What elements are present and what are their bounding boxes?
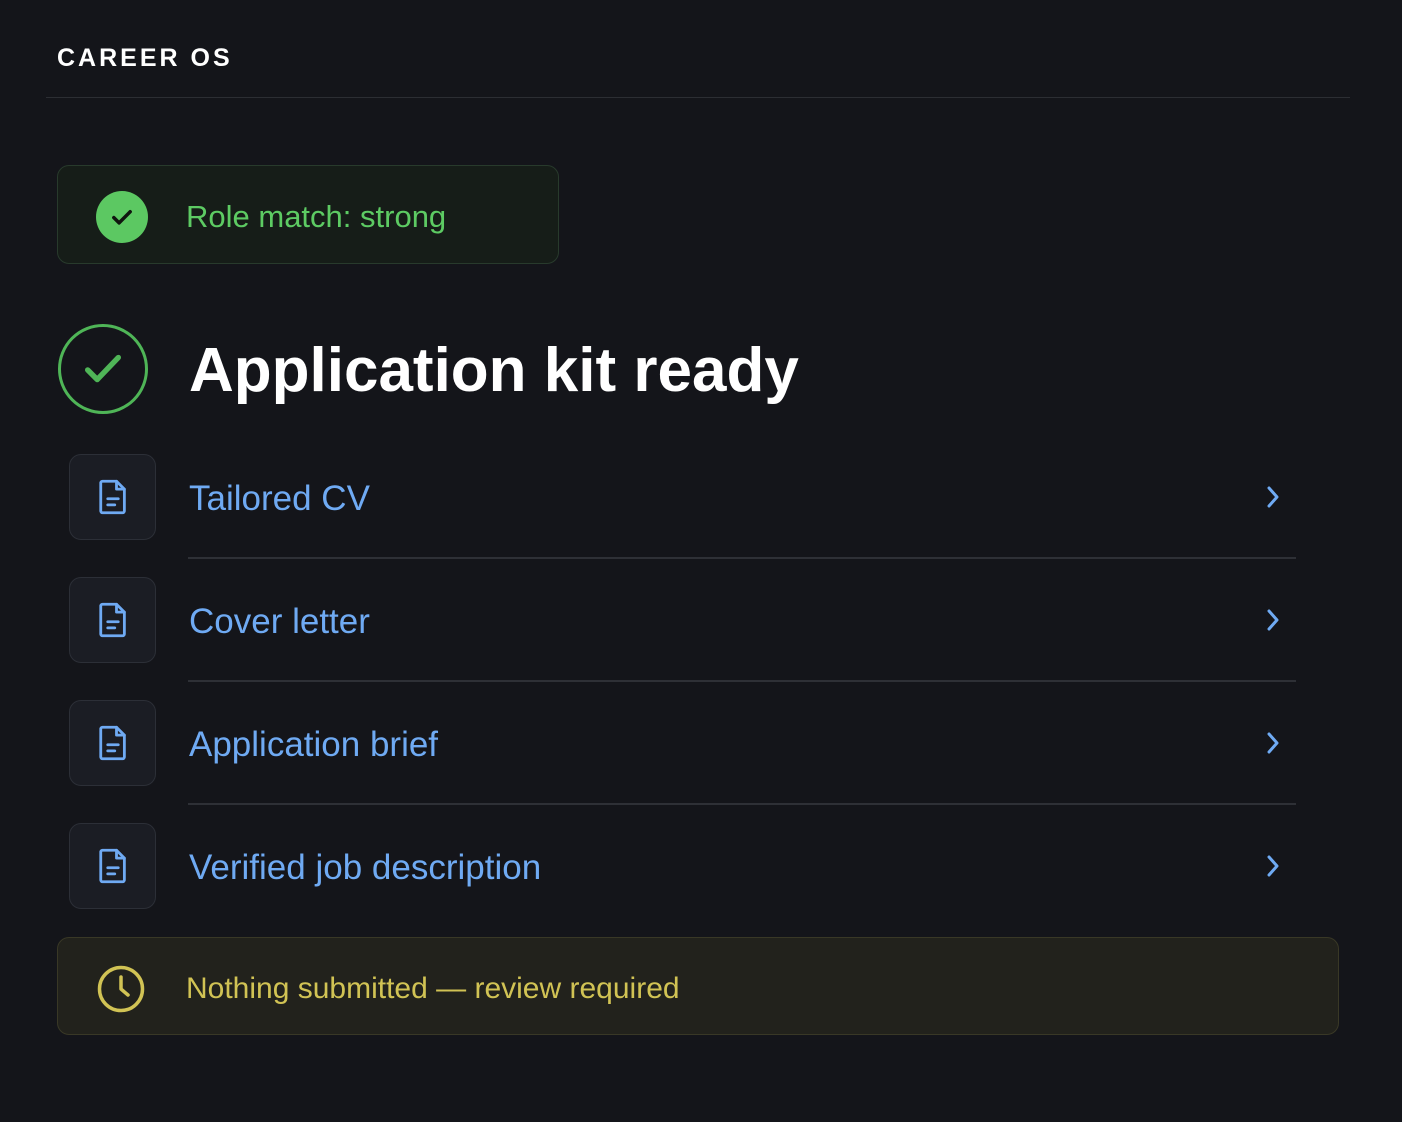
- row-divider: [188, 803, 1296, 805]
- chevron-right-icon: [1261, 482, 1285, 512]
- kit-file-list: Tailored CV Cover letter Application bri…: [69, 454, 1296, 946]
- page-title: Application kit ready: [189, 336, 799, 405]
- check-circle-icon: [96, 191, 148, 243]
- kit-item-application-brief[interactable]: Application brief: [69, 700, 1296, 823]
- app-title: CAREER OS: [57, 44, 233, 72]
- review-required-banner: Nothing submitted — review required: [57, 937, 1339, 1035]
- kit-item-label: Cover letter: [189, 602, 370, 641]
- document-icon: [69, 577, 156, 663]
- chevron-right-icon: [1261, 605, 1285, 635]
- check-ring-icon: [58, 324, 148, 414]
- row-divider: [188, 680, 1296, 682]
- chevron-right-icon: [1261, 728, 1285, 758]
- clock-icon: [96, 964, 146, 1014]
- kit-item-tailored-cv[interactable]: Tailored CV: [69, 454, 1296, 577]
- kit-ready-heading: Application kit ready: [57, 323, 1297, 415]
- document-icon: [69, 700, 156, 786]
- chevron-right-icon: [1261, 851, 1285, 881]
- kit-item-verified-job-description[interactable]: Verified job description: [69, 823, 1296, 946]
- kit-item-label: Application brief: [189, 725, 439, 764]
- kit-item-label: Tailored CV: [189, 479, 370, 518]
- document-icon: [69, 454, 156, 540]
- review-required-label: Nothing submitted — review required: [186, 972, 680, 1005]
- document-icon: [69, 823, 156, 909]
- role-match-label: Role match: strong: [186, 199, 447, 234]
- row-divider: [188, 557, 1296, 559]
- kit-item-label: Verified job description: [189, 848, 542, 887]
- app-header: CAREER OS: [46, 0, 1350, 98]
- kit-item-cover-letter[interactable]: Cover letter: [69, 577, 1296, 700]
- career-os-page: CAREER OS Role match: strong Application…: [0, 0, 1402, 1122]
- role-match-badge: Role match: strong: [57, 165, 559, 264]
